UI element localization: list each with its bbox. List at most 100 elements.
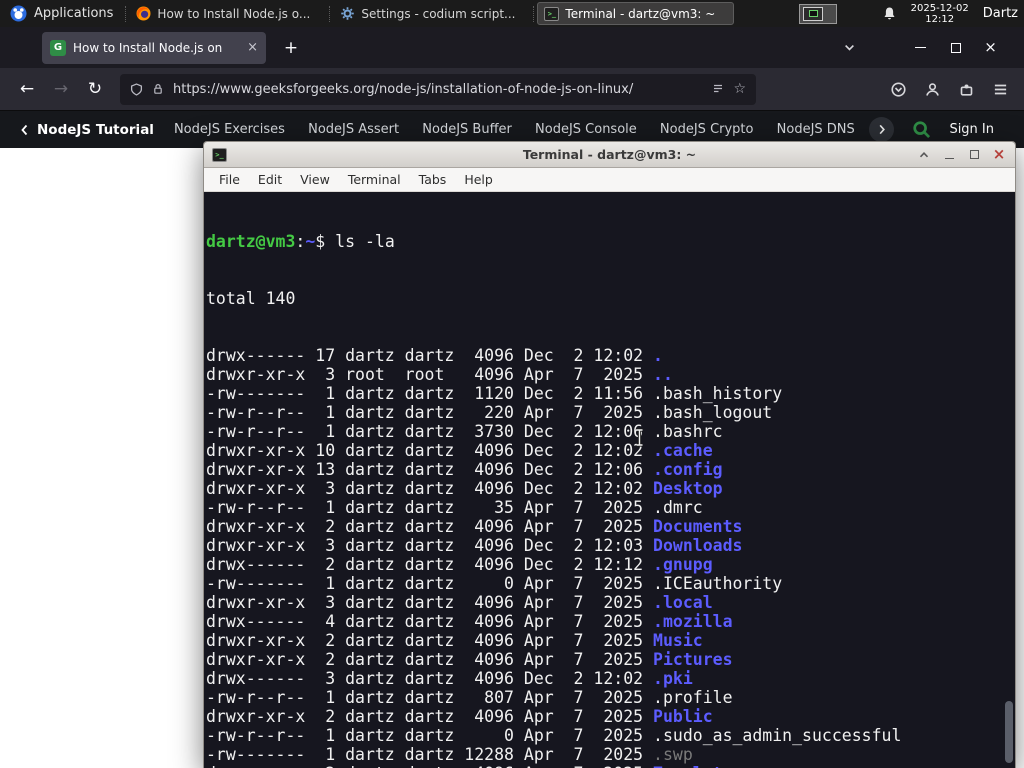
site-nav-link[interactable]: NodeJS Console: [535, 122, 637, 137]
taskbar-window-terminal[interactable]: Terminal - dartz@vm3: ~: [537, 2, 735, 25]
bookmark-star-icon[interactable]: ☆: [733, 81, 746, 97]
directory-name: Templates: [653, 764, 742, 768]
panel-separator: [329, 5, 331, 22]
file-attributes: drwxr-xr-x 2 dartz dartz 4096 Apr 7 2025: [206, 764, 653, 768]
terminal-titlebar[interactable]: Terminal - dartz@vm3: ~ ×: [204, 142, 1015, 168]
directory-name: Pictures: [653, 650, 733, 669]
menu-hamburger-icon[interactable]: [993, 82, 1008, 97]
file-attributes: -rw-r--r-- 1 dartz dartz 220 Apr 7 2025: [206, 403, 654, 422]
chevron-left-icon[interactable]: [20, 124, 29, 136]
sign-in-button[interactable]: Sign In: [949, 122, 994, 137]
terminal-line: drwxr-xr-x 3 dartz dartz 4096 Apr 7 2025…: [206, 593, 1015, 612]
shade-button[interactable]: [916, 147, 932, 163]
terminal-maximize-button[interactable]: [966, 147, 982, 163]
list-all-tabs-icon[interactable]: [844, 42, 855, 53]
workspace-pager[interactable]: [799, 3, 838, 24]
terminal-line: -rw------- 1 dartz dartz 0 Apr 7 2025 .I…: [206, 574, 1015, 593]
panel-clock[interactable]: 2025-12-02 12:12: [911, 3, 969, 25]
tracking-shield-icon[interactable]: [130, 82, 143, 96]
directory-name: .: [653, 346, 663, 365]
close-button[interactable]: ×: [973, 36, 1008, 60]
terminal-icon: [212, 147, 227, 162]
menu-view[interactable]: View: [291, 172, 339, 187]
desktop: Applications How to Install Node.js o...…: [0, 0, 1024, 768]
lock-icon[interactable]: [152, 83, 164, 95]
reload-button[interactable]: ↻: [78, 74, 112, 104]
maximize-button[interactable]: [938, 36, 973, 60]
prompt-symbol: $: [315, 232, 326, 251]
directory-name: .pki: [653, 669, 693, 688]
browser-tab[interactable]: G How to Install Node.js on ×: [42, 31, 266, 64]
directory-name: .mozilla: [653, 612, 733, 631]
taskbar-window-browser[interactable]: How to Install Node.js o...: [129, 2, 326, 25]
taskbar-window-settings[interactable]: Settings - codium script...: [333, 2, 530, 25]
panel-separator: [125, 5, 127, 22]
site-nav-active[interactable]: NodeJS Tutorial: [20, 122, 154, 138]
file-attributes: drwxr-xr-x 3 dartz dartz 4096 Dec 2 12:0…: [206, 479, 654, 498]
scrollbar-thumb[interactable]: [1005, 701, 1013, 763]
terminal-line: drwxr-xr-x 10 dartz dartz 4096 Dec 2 12:…: [206, 441, 1015, 460]
minimize-button[interactable]: [903, 36, 938, 60]
site-search-icon[interactable]: [912, 120, 931, 139]
tab-close-icon[interactable]: ×: [247, 41, 258, 54]
menu-help[interactable]: Help: [455, 172, 502, 187]
panel-user-button[interactable]: Dartz: [983, 6, 1018, 21]
directory-name: Music: [653, 631, 703, 650]
file-name: .ICEauthority: [653, 574, 783, 593]
clock-time: 12:12: [925, 13, 955, 25]
terminal-line: drwx------ 2 dartz dartz 4096 Dec 2 12:1…: [206, 555, 1015, 574]
terminal-scrollbar[interactable]: [1004, 192, 1013, 768]
file-attributes: drwxr-xr-x 2 dartz dartz 4096 Apr 7 2025: [206, 650, 654, 669]
pocket-icon[interactable]: [891, 81, 906, 97]
terminal-screen[interactable]: dartz@vm3:~$ ls -la total 140 drwx------…: [204, 192, 1015, 768]
taskbar-window-title: Terminal - dartz@vm3: ~: [565, 6, 716, 21]
file-attributes: -rw------- 1 dartz dartz 1120 Dec 2 11:5…: [206, 384, 654, 403]
terminal-close-button[interactable]: ×: [991, 147, 1007, 163]
applications-menu-button[interactable]: Applications: [0, 0, 123, 27]
account-icon[interactable]: [925, 82, 940, 97]
notification-bell-icon[interactable]: [882, 6, 897, 21]
directory-name: Downloads: [653, 536, 743, 555]
pager-terminal-mini-icon: [808, 10, 818, 17]
extensions-puzzle-icon[interactable]: [959, 82, 974, 97]
menu-tabs[interactable]: Tabs: [410, 172, 456, 187]
menu-edit[interactable]: Edit: [249, 172, 291, 187]
site-nav-link[interactable]: NodeJS Crypto: [660, 122, 754, 137]
terminal-line: drwxr-xr-x 3 dartz dartz 4096 Dec 2 12:0…: [206, 536, 1015, 555]
back-button[interactable]: ←: [10, 74, 44, 104]
site-nav-link[interactable]: NodeJS Exercises: [174, 122, 285, 137]
maximize-icon: [950, 42, 961, 53]
forward-button[interactable]: →: [44, 74, 78, 104]
site-nav-link[interactable]: NodeJS Assert: [308, 122, 399, 137]
file-attributes: -rw-r--r-- 1 dartz dartz 35 Apr 7 2025: [206, 498, 654, 517]
terminal-line: -rw-r--r-- 1 dartz dartz 0 Apr 7 2025 .s…: [206, 726, 1015, 745]
top-panel: Applications How to Install Node.js o...…: [0, 0, 1024, 27]
nav-scroll-right-button[interactable]: [869, 117, 895, 142]
panel-separator: [533, 5, 535, 22]
menu-terminal[interactable]: Terminal: [339, 172, 410, 187]
terminal-line: drwxr-xr-x 2 dartz dartz 4096 Apr 7 2025…: [206, 650, 1015, 669]
directory-name: .config: [653, 460, 723, 479]
site-nav-link[interactable]: NodeJS Buffer: [422, 122, 512, 137]
clock-date: 2025-12-02: [910, 2, 969, 14]
reader-mode-icon[interactable]: [712, 83, 724, 95]
file-attributes: drwxr-xr-x 2 dartz dartz 4096 Apr 7 2025: [206, 707, 654, 726]
file-name: .swp: [653, 745, 693, 764]
terminal-minimize-button[interactable]: [941, 147, 957, 163]
terminal-line: drwx------ 3 dartz dartz 4096 Dec 2 12:0…: [206, 669, 1015, 688]
file-name: .bashrc: [653, 422, 723, 441]
window-controls: ×: [844, 36, 1024, 60]
url-bar[interactable]: https://www.geeksforgeeks.org/node-js/in…: [120, 73, 756, 105]
terminal-line: drwxr-xr-x 13 dartz dartz 4096 Dec 2 12:…: [206, 460, 1015, 479]
terminal-line: drwx------ 17 dartz dartz 4096 Dec 2 12:…: [206, 346, 1015, 365]
file-attributes: -rw------- 1 dartz dartz 12288 Apr 7 202…: [206, 745, 654, 764]
terminal-icon: [544, 6, 560, 21]
terminal-line: -rw------- 1 dartz dartz 1120 Dec 2 11:5…: [206, 384, 1015, 403]
new-tab-button[interactable]: +: [278, 38, 304, 58]
site-nav-link[interactable]: NodeJS DNS: [777, 122, 855, 137]
terminal-line: drwxr-xr-x 2 dartz dartz 4096 Apr 7 2025…: [206, 707, 1015, 726]
prompt-separator: :: [295, 232, 306, 251]
tab-title: How to Install Node.js on: [73, 40, 223, 55]
terminal-line: -rw------- 1 dartz dartz 12288 Apr 7 202…: [206, 745, 1015, 764]
menu-file[interactable]: File: [210, 172, 249, 187]
